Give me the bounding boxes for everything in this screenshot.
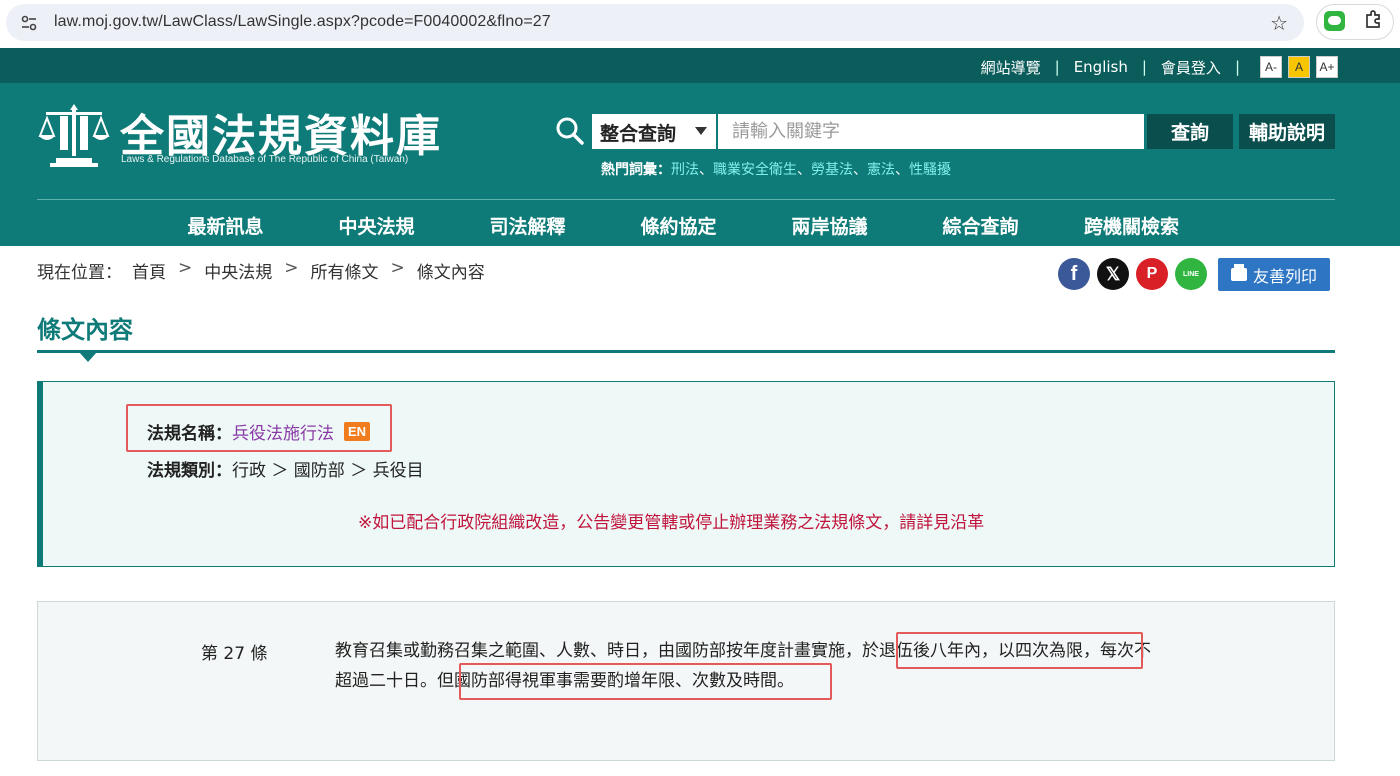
breadcrumb-separator: > (390, 258, 405, 278)
font-size-medium-button[interactable]: A (1288, 56, 1310, 78)
plurk-share-icon[interactable]: P (1136, 258, 1168, 290)
nav-item-judicial-interpretations[interactable]: 司法解釋 (452, 208, 603, 240)
divider: | (1234, 58, 1240, 76)
puzzle-extension-icon[interactable] (1362, 8, 1386, 32)
member-login-link[interactable]: 會員登入 (1161, 57, 1221, 78)
reorganization-notice: ※如已配合行政院組織改造，公告變更管轄或停止辦理業務之法規條文，請詳見沿革 (358, 513, 985, 533)
search-input[interactable] (718, 114, 1144, 149)
search-icon (556, 117, 584, 145)
highlight-box (896, 632, 1143, 669)
utility-bar: 網站導覽 | English | 會員登入 | A- A A+ (0, 48, 1400, 83)
help-button[interactable]: 輔助說明 (1239, 114, 1335, 149)
nav-item-treaties[interactable]: 條約協定 (603, 208, 754, 240)
hot-keywords-label: 熱門詞彙： (601, 162, 671, 178)
highlight-box (126, 404, 392, 452)
font-size-large-button[interactable]: A+ (1316, 56, 1338, 78)
breadcrumb-prefix: 現在位置： (37, 263, 122, 283)
nav-item-news[interactable]: 最新訊息 (150, 208, 301, 240)
title-pointer (79, 352, 97, 362)
nav-item-cross-strait-agreements[interactable]: 兩岸協議 (754, 208, 905, 240)
browser-toolbar: law.moj.gov.tw/LawClass/LawSingle.aspx?p… (0, 0, 1400, 48)
nav-item-cross-agency-search[interactable]: 跨機關檢索 (1056, 208, 1207, 240)
sitemap-link[interactable]: 網站導覽 (981, 57, 1041, 78)
hot-keyword-link[interactable]: 性騷擾 (909, 162, 951, 178)
facebook-share-icon[interactable]: f (1058, 258, 1090, 290)
hot-keyword-link[interactable]: 勞基法 (811, 162, 853, 178)
english-link[interactable]: English (1074, 58, 1128, 76)
highlight-box (459, 663, 832, 700)
breadcrumb-separator: > (178, 258, 193, 278)
printer-icon (1230, 264, 1247, 281)
scales-of-justice-logo-icon[interactable] (38, 102, 110, 168)
breadcrumb-home[interactable]: 首頁 (132, 258, 166, 283)
site-subtitle: Laws & Regulations Database of The Repub… (121, 154, 409, 165)
star-icon[interactable]: ☆ (1270, 11, 1288, 35)
hot-keywords: 熱門詞彙：刑法、職業安全衛生、勞基法、憲法、性騷擾 (601, 162, 951, 178)
hot-keyword-link[interactable]: 職業安全衛生 (713, 162, 797, 178)
search-button[interactable]: 查詢 (1147, 114, 1233, 149)
font-size-small-button[interactable]: A- (1260, 56, 1282, 78)
nav-item-integrated-search[interactable]: 綜合查詢 (905, 208, 1056, 240)
breadcrumb-current: 條文內容 (416, 263, 485, 283)
breadcrumb-central-laws[interactable]: 中央法規 (204, 258, 272, 283)
site-header: 網站導覽 | English | 會員登入 | A- A A+ 全國法規資料庫 … (0, 48, 1400, 246)
article-number[interactable]: 第 27 條 (201, 639, 267, 664)
breadcrumb-separator: > (284, 258, 299, 278)
breadcrumb: 現在位置： 首頁 > 中央法規 > 所有條文 > 條文內容 (37, 258, 485, 283)
line-extension-icon[interactable] (1324, 11, 1345, 31)
address-bar[interactable]: law.moj.gov.tw/LawClass/LawSingle.aspx?p… (6, 4, 1304, 41)
law-category-row: 法規類別：行政 ＞ 國防部 ＞ 兵役目 (147, 456, 424, 481)
nav-item-central-laws[interactable]: 中央法規 (301, 208, 452, 240)
share-buttons: f 𝕏 P LINE (1058, 258, 1214, 290)
search-scope-select[interactable]: 整合查詢 (592, 114, 716, 149)
divider: | (1054, 58, 1060, 76)
page-title: 條文內容 (37, 316, 133, 344)
url-text[interactable]: law.moj.gov.tw/LawClass/LawSingle.aspx?p… (54, 13, 551, 31)
line-share-icon[interactable]: LINE (1175, 258, 1207, 290)
divider: | (1141, 58, 1147, 76)
hot-keyword-link[interactable]: 刑法 (671, 162, 699, 178)
header-divider (37, 199, 1335, 200)
x-share-icon[interactable]: 𝕏 (1097, 258, 1129, 290)
chevron-down-icon (695, 127, 707, 135)
title-underline (37, 350, 1335, 353)
law-category-label: 法規類別： (147, 461, 232, 481)
main-navigation: 最新訊息 中央法規 司法解釋 條約協定 兩岸協議 綜合查詢 跨機關檢索 (150, 208, 1250, 240)
breadcrumb-all-articles[interactable]: 所有條文 (311, 258, 379, 283)
print-button[interactable]: 友善列印 (1218, 258, 1330, 291)
site-info-icon[interactable] (20, 14, 38, 32)
hot-keyword-link[interactable]: 憲法 (867, 162, 895, 178)
law-category-value: 行政 ＞ 國防部 ＞ 兵役目 (232, 461, 424, 481)
search-scope-value: 整合查詢 (600, 123, 677, 145)
print-button-label: 友善列印 (1252, 266, 1317, 286)
